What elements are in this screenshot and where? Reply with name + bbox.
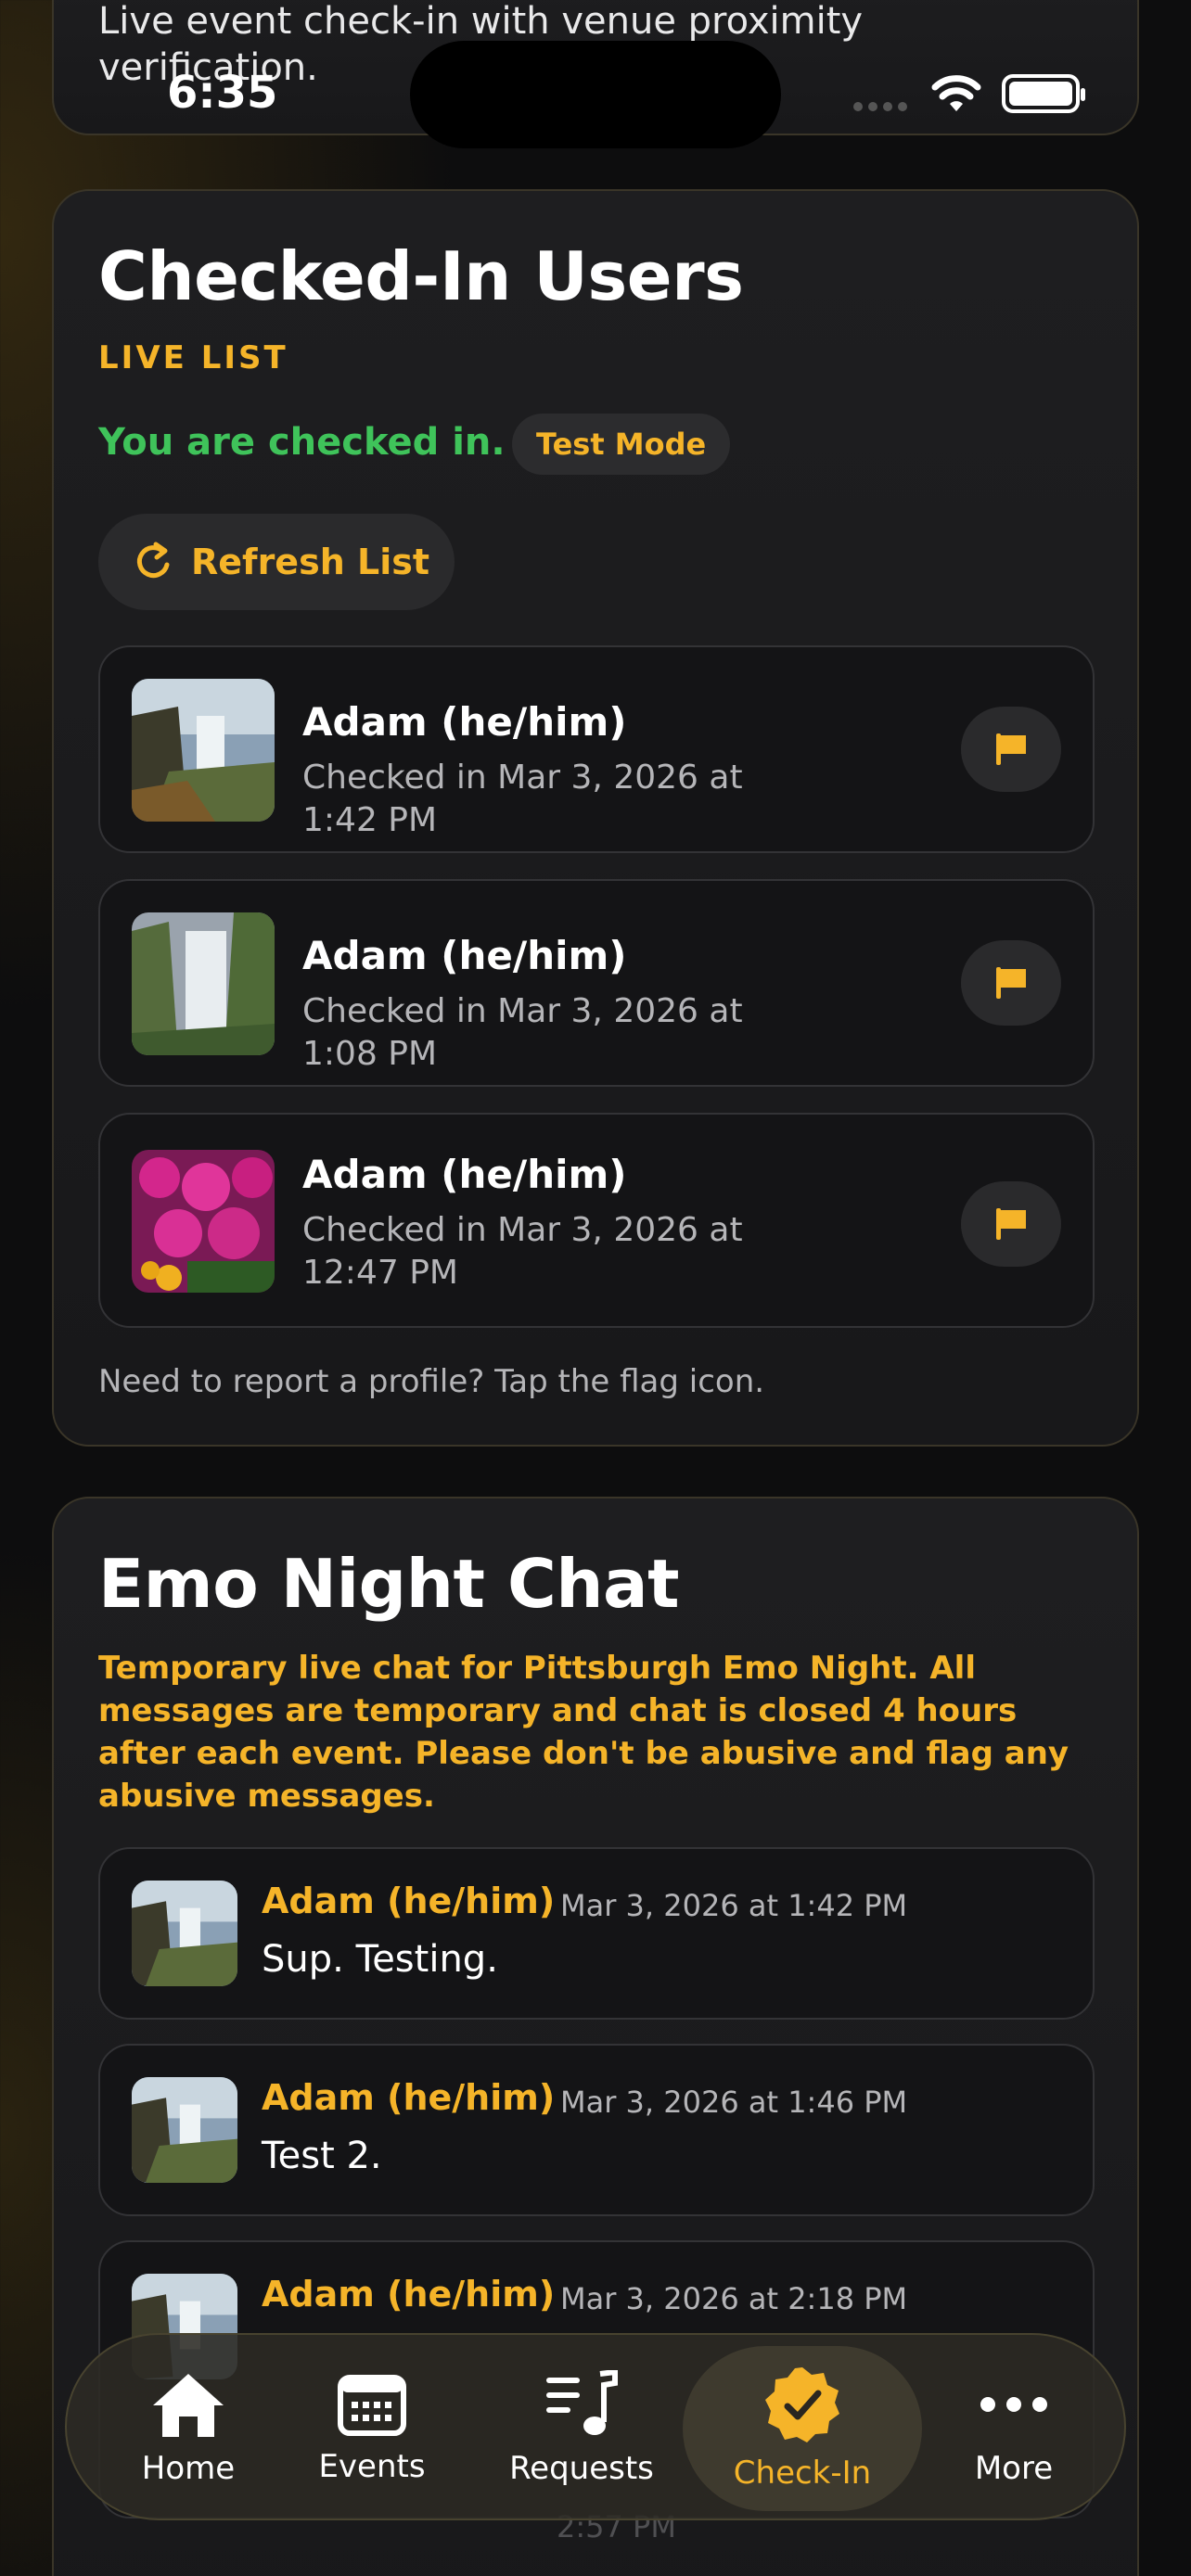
message-text: Test 2. xyxy=(262,2135,382,2177)
calendar-icon xyxy=(338,2375,406,2436)
checked-in-users-card: Checked-In Users LIVE LIST You are check… xyxy=(52,189,1139,1447)
user-name: Adam (he/him) xyxy=(302,699,627,745)
report-flag-button[interactable] xyxy=(961,1181,1061,1267)
message-date: Mar 3, 2026 at 1:42 PM xyxy=(560,1888,908,1923)
user-name: Adam (he/him) xyxy=(302,933,627,978)
chat-message[interactable]: Adam (he/him) Mar 3, 2026 at 1:46 PM Tes… xyxy=(98,2044,1095,2216)
tab-label: Events xyxy=(318,2448,426,2485)
flag-icon xyxy=(996,967,1026,999)
tab-label: More xyxy=(974,2450,1054,2487)
message-author: Adam (he/him) xyxy=(262,1881,556,1921)
report-flag-button[interactable] xyxy=(961,707,1061,792)
ellipsis-icon xyxy=(980,2397,1047,2412)
tab-events[interactable]: Events xyxy=(293,2335,451,2522)
section-kicker: LIVE LIST xyxy=(98,339,288,376)
section-title: Checked-In Users xyxy=(98,237,744,315)
tab-label: Home xyxy=(141,2450,236,2487)
message-author: Adam (he/him) xyxy=(262,2274,556,2315)
user-avatar xyxy=(132,912,275,1055)
message-date: Mar 3, 2026 at 2:18 PM xyxy=(560,2281,908,2316)
checked-in-status: You are checked in. xyxy=(98,421,506,464)
message-avatar xyxy=(132,1881,237,1986)
chat-message[interactable]: Adam (he/him) Mar 3, 2026 at 1:42 PM Sup… xyxy=(98,1847,1095,2020)
report-note: Need to report a profile? Tap the flag i… xyxy=(98,1363,765,1400)
user-checkin-time: Checked in Mar 3, 2026 at 12:47 PM xyxy=(302,1211,743,1292)
wifi-icon xyxy=(931,75,981,111)
user-avatar xyxy=(132,679,275,822)
tab-more[interactable]: More xyxy=(944,2335,1083,2522)
tab-home[interactable]: Home xyxy=(109,2335,267,2522)
tab-label: Check-In xyxy=(733,2455,872,2492)
tab-label: Requests xyxy=(509,2450,654,2487)
flag-icon xyxy=(996,733,1026,765)
user-name: Adam (he/him) xyxy=(302,1152,627,1197)
dynamic-island xyxy=(410,41,781,148)
refresh-list-button[interactable]: Refresh List xyxy=(98,514,455,610)
checked-in-user-row[interactable]: Adam (he/him) Checked in Mar 3, 2026 at … xyxy=(98,1113,1095,1328)
tab-bar: Home Events Requests Check-In More xyxy=(65,2333,1126,2520)
music-list-icon xyxy=(546,2370,618,2435)
message-author: Adam (he/him) xyxy=(262,2077,556,2118)
test-mode-badge: Test Mode xyxy=(512,414,731,475)
cellular-signal-icon xyxy=(853,102,907,111)
chat-description: Temporary live chat for Pittsburgh Emo N… xyxy=(98,1650,1069,1815)
user-avatar xyxy=(132,1150,275,1293)
refresh-icon xyxy=(136,542,170,579)
checked-in-user-row[interactable]: Adam (he/him) Checked in Mar 3, 2026 at … xyxy=(98,645,1095,853)
flag-icon xyxy=(996,1208,1026,1240)
user-checkin-time: Checked in Mar 3, 2026 at 1:08 PM xyxy=(302,992,743,1073)
refresh-list-label: Refresh List xyxy=(191,542,430,582)
message-text: Sup. Testing. xyxy=(262,1938,498,1981)
checked-in-user-row[interactable]: Adam (he/him) Checked in Mar 3, 2026 at … xyxy=(98,879,1095,1087)
status-time: 6:35 xyxy=(167,67,278,119)
checkmark-seal-icon xyxy=(765,2367,839,2442)
tab-check-in[interactable]: Check-In xyxy=(683,2346,922,2511)
report-flag-button[interactable] xyxy=(961,940,1061,1026)
battery-icon xyxy=(1002,74,1085,113)
house-icon xyxy=(153,2374,224,2437)
user-checkin-time: Checked in Mar 3, 2026 at 1:42 PM xyxy=(302,759,743,839)
message-date: Mar 3, 2026 at 1:46 PM xyxy=(560,2085,908,2120)
chat-title: Emo Night Chat xyxy=(98,1545,680,1623)
tab-requests[interactable]: Requests xyxy=(493,2335,670,2522)
message-avatar xyxy=(132,2077,237,2183)
